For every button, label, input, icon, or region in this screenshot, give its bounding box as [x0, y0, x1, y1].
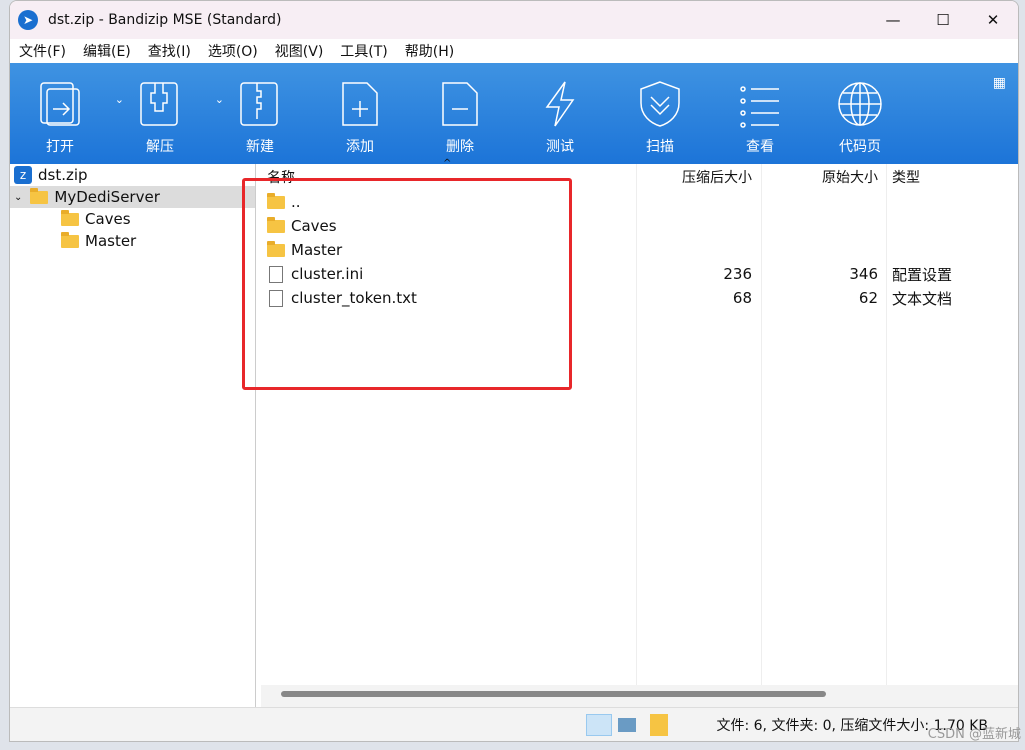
- menu-bar: 文件(F) 编辑(E) 查找(I) 选项(O) 视图(V) 工具(T) 帮助(H): [10, 39, 1018, 63]
- toolbar-label: 打开: [46, 139, 74, 155]
- codepage-icon: [838, 82, 882, 126]
- toolbar-button-scan[interactable]: 扫描: [610, 63, 710, 164]
- tree-item-mydediserver[interactable]: ⌄ MyDediServer: [10, 186, 255, 208]
- scan-icon: [640, 81, 680, 127]
- tree-label: Caves: [85, 210, 131, 228]
- menu-item[interactable]: 查找(I): [148, 41, 191, 61]
- packed-size: 68: [732, 289, 752, 307]
- toolbar-button-extract[interactable]: 解压 ⌄: [110, 63, 224, 164]
- details-view-button[interactable]: [586, 713, 612, 736]
- file-type: 文本文档: [892, 289, 953, 308]
- tree-label: dst.zip: [38, 166, 88, 184]
- folder-icon: [30, 187, 49, 204]
- toolbar-label: 查看: [746, 139, 774, 155]
- folder-icon: [61, 231, 79, 248]
- toolbar-label: 删除: [446, 139, 474, 155]
- toolbar-button-view[interactable]: 查看: [710, 63, 810, 164]
- window-title: dst.zip - Bandizip MSE (Standard): [48, 12, 282, 28]
- toolbar-button-delete-file[interactable]: 删除: [410, 63, 510, 164]
- folder-tree: z dst.zip ⌄ MyDediServer Caves Master: [10, 164, 256, 707]
- tree-label: Master: [85, 232, 137, 250]
- status-bar: 文件: 6, 文件夹: 0, 压缩文件大小: 1.70 KB: [10, 707, 1018, 741]
- highlight-annotation: [242, 178, 572, 390]
- original-size: 346: [849, 265, 878, 283]
- toolbar-label: 测试: [546, 139, 574, 155]
- title-bar: ➤ dst.zip - Bandizip MSE (Standard) — ☐ …: [10, 1, 1018, 39]
- tree-item-caves[interactable]: Caves: [10, 208, 255, 230]
- preview-view-button[interactable]: [618, 717, 636, 732]
- column-packed-size[interactable]: 压缩后大小: [682, 167, 752, 187]
- archive-folder-icon[interactable]: [650, 713, 668, 736]
- original-size: 62: [858, 289, 878, 307]
- toolbar-label: 扫描: [646, 139, 674, 155]
- maximize-button[interactable]: ☐: [918, 1, 968, 39]
- menu-item[interactable]: 文件(F): [19, 41, 66, 61]
- folder-icon: [61, 209, 79, 226]
- menu-item[interactable]: 编辑(E): [83, 41, 131, 61]
- view-icon: [740, 86, 779, 128]
- toolbar-label: 添加: [346, 139, 374, 155]
- toolbar-button-test[interactable]: 测试: [510, 63, 610, 164]
- toolbar-button-new-archive[interactable]: 新建: [210, 63, 310, 164]
- toolbar-label: 解压: [146, 139, 174, 155]
- chevron-down-icon[interactable]: ⌄: [14, 192, 22, 203]
- menu-item[interactable]: 工具(T): [340, 41, 387, 61]
- delete-file-icon: [442, 82, 478, 126]
- minimize-button[interactable]: —: [868, 1, 918, 39]
- toolbar-button-open[interactable]: 打开 ⌄: [10, 63, 124, 164]
- toolbar-label: 新建: [246, 139, 274, 155]
- toolbar-button-codepage[interactable]: 代码页: [810, 63, 910, 164]
- layout-grid-icon[interactable]: ▦: [993, 75, 1006, 91]
- sort-asc-icon: ^: [443, 158, 452, 169]
- menu-item[interactable]: 帮助(H): [405, 41, 454, 61]
- extract-icon: [140, 82, 178, 126]
- toolbar: 打开 ⌄ 解压 ⌄ 新建 添加 删除 测试 扫描 查看 代码页 ▦: [10, 63, 1018, 164]
- menu-item[interactable]: 选项(O): [208, 41, 258, 61]
- file-type: 配置设置: [892, 265, 953, 284]
- column-type[interactable]: 类型: [892, 167, 920, 187]
- tree-item-master[interactable]: Master: [10, 230, 255, 252]
- toolbar-label: 代码页: [839, 139, 881, 155]
- packed-size: 236: [723, 265, 752, 283]
- watermark: CSDN @蓝新城: [927, 727, 1021, 742]
- tree-label: MyDediServer: [54, 188, 160, 206]
- test-icon: [545, 81, 575, 127]
- zip-icon: z: [14, 166, 32, 184]
- toolbar-button-add-file[interactable]: 添加: [310, 63, 410, 164]
- new-archive-icon: [240, 82, 278, 126]
- bandizip-logo-icon: ➤: [18, 10, 38, 30]
- open-icon: [40, 82, 80, 126]
- tree-item-archive[interactable]: z dst.zip: [10, 164, 255, 186]
- horizontal-scrollbar[interactable]: [261, 685, 1018, 707]
- add-file-icon: [342, 82, 378, 126]
- close-button[interactable]: ✕: [968, 1, 1018, 39]
- column-original-size[interactable]: 原始大小: [822, 167, 878, 187]
- menu-item[interactable]: 视图(V): [275, 41, 324, 61]
